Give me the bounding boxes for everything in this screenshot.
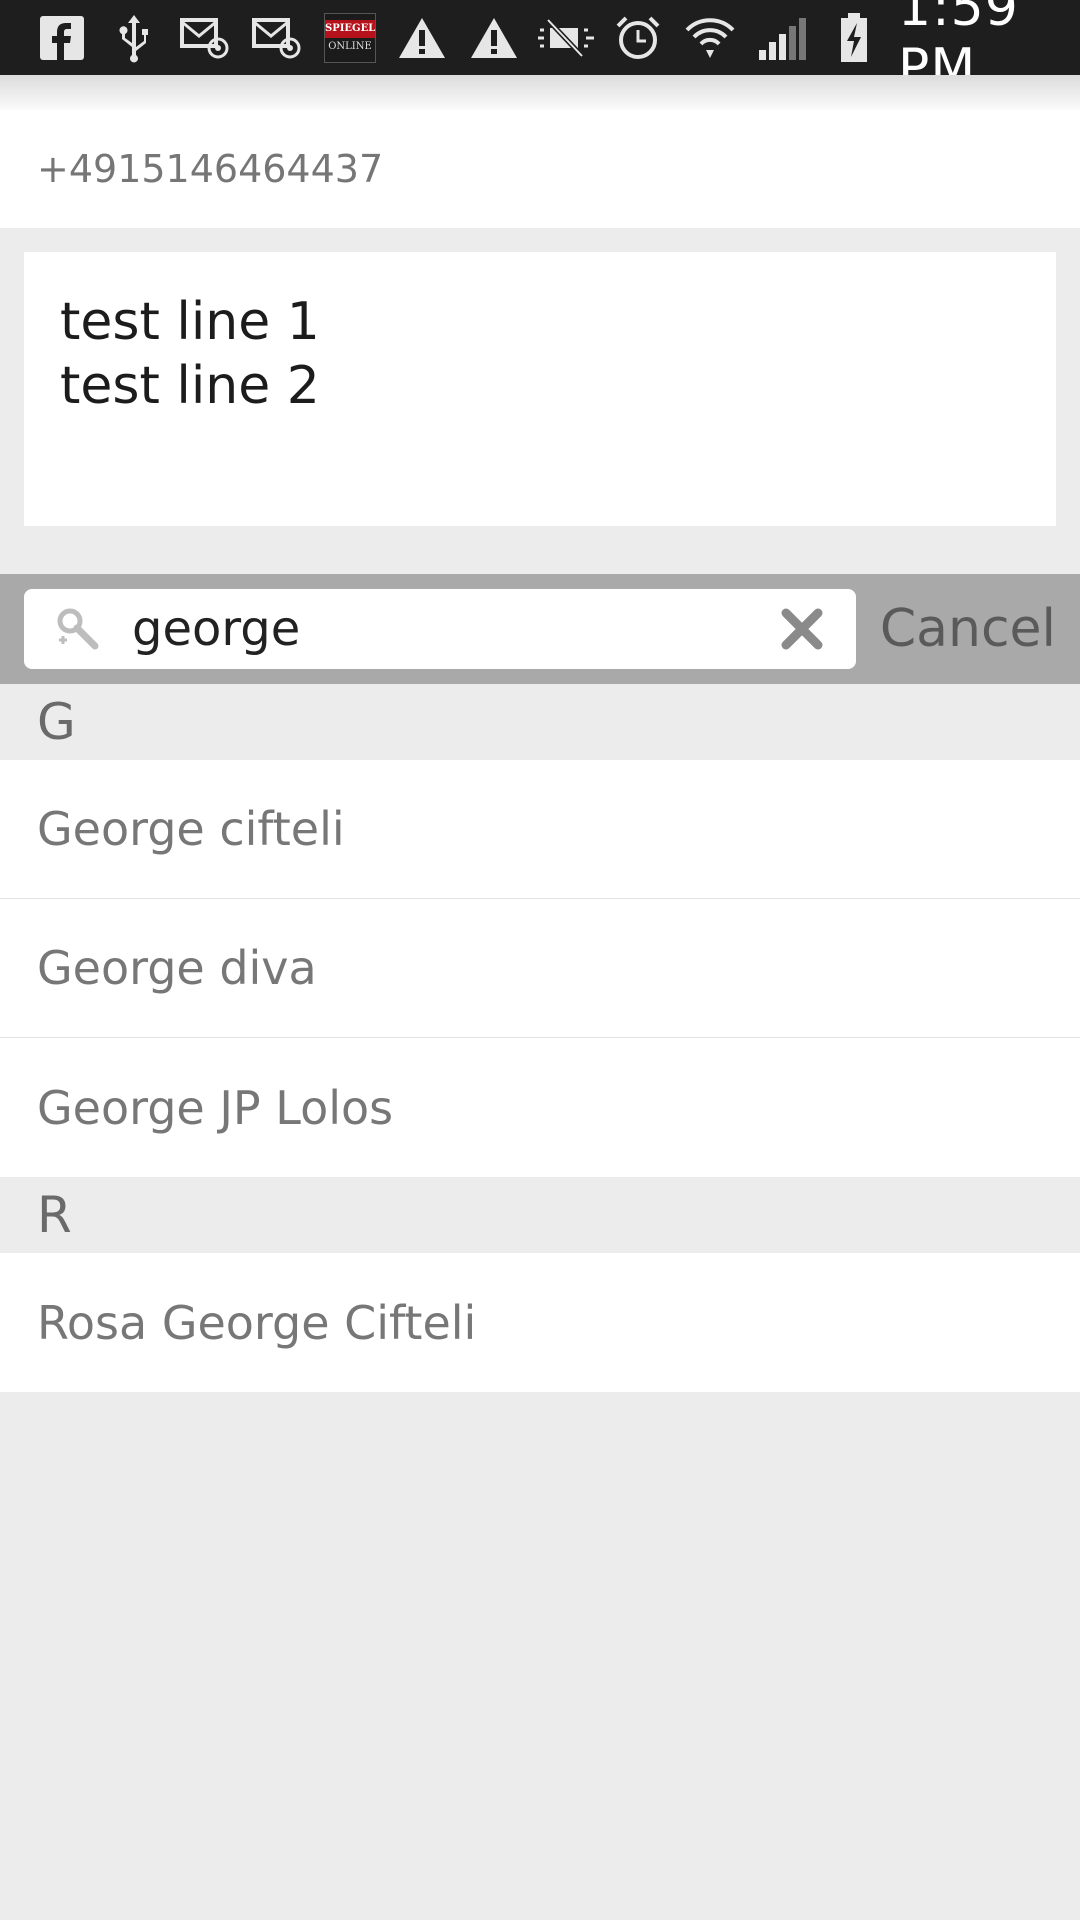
spiegel-label-bottom: ONLINE	[328, 40, 372, 52]
contact-search-bar: george Cancel	[0, 574, 1080, 684]
message-text-area[interactable]: test line 1 test line 2	[24, 252, 1056, 526]
mute-icon	[530, 0, 602, 75]
search-input[interactable]: george	[24, 589, 856, 669]
toolbar-shadow	[0, 75, 1080, 115]
contact-results-list: G George cifteli George diva George JP L…	[0, 684, 1080, 1392]
contact-row[interactable]: George cifteli	[0, 760, 1080, 899]
search-icon	[46, 599, 106, 659]
section-header-g: G	[0, 684, 1080, 760]
recipient-field[interactable]: +4915146464437	[0, 110, 1080, 228]
status-bar: SPIEGEL ONLINE 1:59 PM	[0, 0, 1080, 98]
clear-search-icon[interactable]	[772, 599, 832, 659]
battery-charging-icon	[818, 0, 890, 75]
facebook-icon	[26, 0, 98, 75]
cancel-button[interactable]: Cancel	[880, 599, 1056, 659]
warning-icon	[458, 0, 530, 75]
warning-icon	[386, 0, 458, 75]
email-icon	[170, 0, 242, 75]
search-query: george	[132, 601, 301, 657]
notification-icons: SPIEGEL ONLINE	[26, 0, 890, 75]
message-line: test line 1	[60, 292, 320, 352]
signal-icon	[746, 0, 818, 75]
spiegel-label-top: SPIEGEL	[325, 19, 375, 38]
message-line: test line 2	[60, 356, 320, 416]
spiegel-online-icon: SPIEGEL ONLINE	[314, 0, 386, 75]
usb-icon	[98, 0, 170, 75]
section-header-r: R	[0, 1177, 1080, 1253]
contact-row[interactable]: George JP Lolos	[0, 1038, 1080, 1177]
wifi-icon	[674, 0, 746, 75]
email-icon	[242, 0, 314, 75]
alarm-icon	[602, 0, 674, 75]
recipient-phone-number: +4915146464437	[37, 147, 384, 191]
contact-row[interactable]: George diva	[0, 899, 1080, 1038]
contact-row[interactable]: Rosa George Cifteli	[0, 1253, 1080, 1392]
